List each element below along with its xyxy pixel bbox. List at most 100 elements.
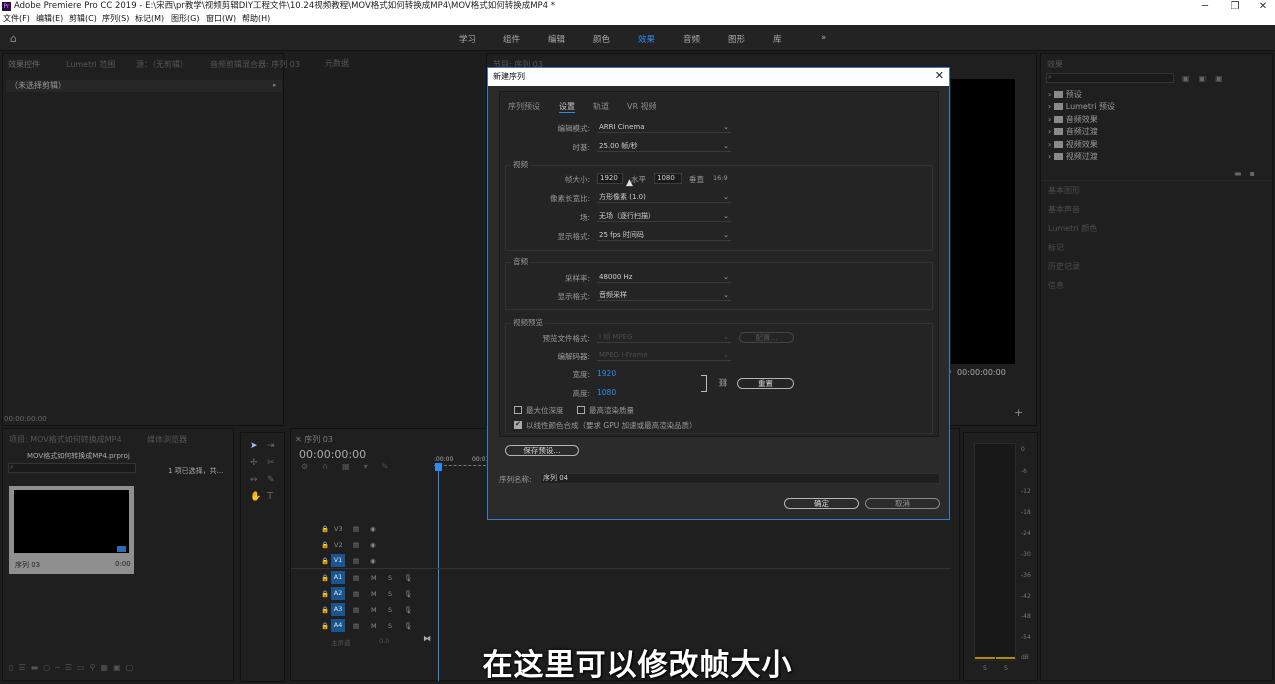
cancel-button[interactable]: 取消 — [865, 498, 940, 509]
menu-graphics[interactable]: 图形(G) — [171, 13, 199, 25]
mute-button[interactable]: M — [371, 606, 377, 614]
tab-vr-video[interactable]: VR 视频 — [627, 101, 657, 112]
tab-audio-clip-mixer[interactable]: 音频剪辑混合器: 序列 03 — [210, 59, 300, 70]
effects-search-input[interactable] — [1046, 73, 1174, 83]
lock-icon[interactable]: 🔒 — [321, 574, 329, 582]
display-format-select[interactable]: 25 fps 时间码 ⌄ — [597, 230, 731, 241]
track-a4-target[interactable]: A4 — [331, 619, 345, 632]
solo-button[interactable]: S — [388, 574, 392, 582]
selection-tool-icon[interactable]: ➤ — [250, 441, 258, 451]
workspace-effects[interactable]: 效果 — [638, 33, 655, 45]
frame-width-input[interactable]: 1920 — [597, 173, 623, 184]
tab-tracks[interactable]: 轨道 — [593, 101, 609, 112]
audio-display-format-select[interactable]: 音频采样 ⌄ — [597, 290, 731, 301]
tab-settings[interactable]: 设置 — [559, 101, 575, 113]
dialog-close-icon[interactable]: ✕ — [935, 69, 944, 82]
track-a2-target[interactable]: A2 — [331, 587, 345, 600]
tab-media-browser[interactable]: 媒体浏览器 — [147, 434, 187, 445]
panel-arrow-icon[interactable]: ▸ — [273, 81, 277, 89]
link-icon[interactable]: ⛓ — [718, 378, 728, 387]
solo-button[interactable]: S — [388, 622, 392, 630]
effects-item-presets[interactable]: › 预设 — [1048, 89, 1082, 100]
hand-tool-icon[interactable]: ✋ — [250, 492, 261, 502]
sync-icon[interactable]: ▤ — [353, 541, 359, 549]
mute-button[interactable]: M — [371, 590, 377, 598]
workspace-audio[interactable]: 音频 — [683, 33, 700, 45]
sync-icon[interactable]: ▤ — [353, 525, 359, 533]
eye-icon[interactable]: ◉ — [370, 525, 376, 533]
workspace-libraries[interactable]: 库 — [773, 33, 782, 45]
workspace-assembly[interactable]: 组件 — [503, 33, 520, 45]
minimize-button[interactable]: ─ — [1190, 0, 1220, 13]
linear-color-checkbox[interactable] — [514, 420, 522, 429]
tab-metadata[interactable]: 元数据 — [325, 58, 349, 69]
track-a3-target[interactable]: A3 — [331, 603, 345, 616]
sample-rate-select[interactable]: 48000 Hz ⌄ — [597, 272, 731, 283]
home-icon[interactable]: ⌂ — [10, 32, 17, 45]
workspace-graphics[interactable]: 图形 — [728, 33, 745, 45]
effects-item-video-effects[interactable]: › 视频效果 — [1048, 139, 1098, 150]
effects-item-lumetri-presets[interactable]: › Lumetri 预设 — [1048, 101, 1115, 112]
lock-icon[interactable]: 🔒 — [321, 622, 329, 630]
mic-icon[interactable]: 🎙 — [404, 606, 412, 614]
sync-icon[interactable]: ▤ — [353, 606, 359, 614]
workspace-color[interactable]: 颜色 — [593, 33, 610, 45]
solo-button[interactable]: S — [388, 606, 392, 614]
solo-button[interactable]: S — [388, 590, 392, 598]
playhead-icon[interactable] — [435, 463, 442, 471]
close-window-button[interactable]: ✕ — [1248, 0, 1275, 13]
tab-sequence[interactable]: ✕ 序列 03 — [295, 434, 333, 445]
ok-button[interactable]: 确定 — [784, 498, 859, 509]
max-bit-depth-checkbox[interactable] — [514, 406, 522, 414]
menu-file[interactable]: 文件(F) — [3, 13, 30, 25]
program-timecode[interactable]: 00:00:00:00 — [957, 368, 1006, 377]
ripple-edit-tool-icon[interactable]: ✢ — [250, 458, 258, 468]
tab-effect-controls[interactable]: 效果控件 — [8, 59, 40, 70]
workspace-learning[interactable]: 学习 — [459, 33, 476, 45]
sync-icon[interactable]: ▤ — [353, 574, 359, 582]
eye-icon[interactable]: ◉ — [370, 541, 376, 549]
tab-lumetri-scopes[interactable]: Lumetri 范围 — [66, 59, 115, 70]
timebase-select[interactable]: 25.00 帧/秒 ⌄ — [597, 141, 731, 152]
frame-height-input[interactable]: 1080 — [654, 173, 682, 184]
track-select-tool-icon[interactable]: ⇥ — [267, 441, 275, 451]
type-tool-icon[interactable]: T — [267, 491, 273, 502]
effects-item-video-transitions[interactable]: › 视频过渡 — [1048, 151, 1098, 162]
max-render-quality-checkbox[interactable] — [577, 406, 585, 414]
mic-icon[interactable]: 🎙 — [404, 590, 412, 598]
eye-icon[interactable]: ◉ — [370, 557, 376, 565]
tab-effects[interactable]: 效果 — [1047, 59, 1063, 70]
panel-essential-graphics[interactable]: 基本图形 — [1048, 185, 1080, 196]
mic-icon[interactable]: 🎙 — [404, 622, 412, 630]
timeline-tool-icons[interactable]: ⚙∩▦▾✎ — [301, 462, 402, 471]
workspace-editing[interactable]: 编辑 — [548, 33, 565, 45]
effects-filter-icons[interactable]: ▣▣▣ — [1182, 74, 1232, 83]
pen-tool-icon[interactable]: ✎ — [267, 475, 275, 485]
reset-button[interactable]: 重置 — [737, 378, 794, 389]
editing-mode-select[interactable]: ARRI Cinema ⌄ — [597, 122, 731, 133]
sequence-name-input[interactable]: 序列 04 — [540, 473, 940, 484]
lock-icon[interactable]: 🔒 — [321, 590, 329, 598]
panel-history[interactable]: 历史记录 — [1048, 261, 1080, 272]
project-search-input[interactable] — [8, 463, 136, 473]
save-preset-button[interactable]: 保存预设... — [505, 445, 579, 456]
menu-sequence[interactable]: 序列(S) — [102, 13, 129, 25]
menu-help[interactable]: 帮助(H) — [242, 13, 270, 25]
height-value[interactable]: 1080 — [597, 388, 616, 397]
lock-icon[interactable]: 🔒 — [321, 557, 329, 565]
tab-source[interactable]: 源：（无剪辑） — [136, 59, 188, 70]
mute-button[interactable]: M — [371, 622, 377, 630]
panel-info[interactable]: 信息 — [1048, 280, 1064, 291]
width-value[interactable]: 1920 — [597, 369, 616, 378]
restore-button[interactable]: ❐ — [1220, 0, 1250, 13]
timeline-timecode[interactable]: 00:00:00:00 — [299, 448, 366, 461]
tab-sequence-presets[interactable]: 序列预设 — [508, 101, 540, 112]
lock-icon[interactable]: 🔒 — [321, 525, 329, 533]
add-button-icon[interactable]: + — [1014, 406, 1023, 419]
panel-lumetri-color[interactable]: Lumetri 颜色 — [1048, 223, 1097, 234]
track-a1-target[interactable]: A1 — [331, 571, 345, 584]
sync-icon[interactable]: ▤ — [353, 590, 359, 598]
lock-icon[interactable]: 🔒 — [321, 606, 329, 614]
panel-markers[interactable]: 标记 — [1048, 242, 1064, 253]
mute-button[interactable]: M — [371, 574, 377, 582]
